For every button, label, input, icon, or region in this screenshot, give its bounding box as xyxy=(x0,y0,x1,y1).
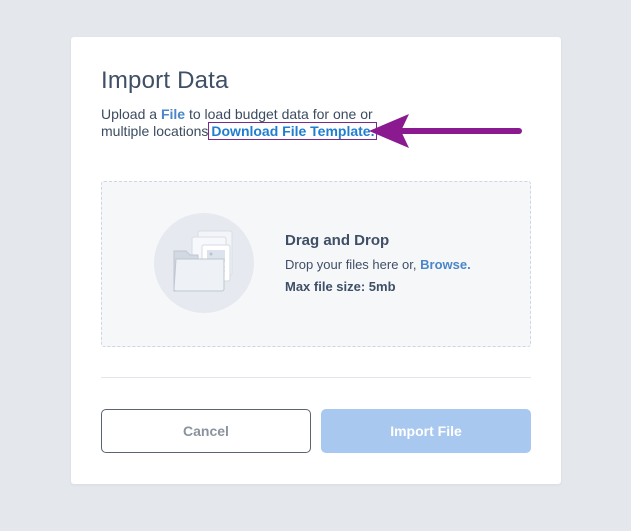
file-dropzone[interactable]: Drag and Drop Drop your files here or, B… xyxy=(101,181,531,347)
dropzone-instructions: Drop your files here or, Browse. xyxy=(285,257,471,272)
modal-title: Import Data xyxy=(101,67,229,94)
download-template-link[interactable]: Download File Template. xyxy=(208,122,378,140)
folder-files-icon xyxy=(154,213,254,313)
file-link[interactable]: File xyxy=(161,106,185,122)
import-file-button[interactable]: Import File xyxy=(321,409,531,453)
max-file-size: Max file size: 5mb xyxy=(285,279,396,294)
import-data-modal: Import Data Upload a File to load budget… xyxy=(71,37,561,484)
divider xyxy=(101,377,531,378)
cancel-button[interactable]: Cancel xyxy=(101,409,311,453)
annotation-arrow-icon xyxy=(369,114,522,148)
browse-link[interactable]: Browse. xyxy=(420,257,471,272)
dropzone-instructions-prefix: Drop your files here or, xyxy=(285,257,421,272)
modal-description: Upload a File to load budget data for on… xyxy=(101,106,401,140)
description-prefix: Upload a xyxy=(101,106,161,122)
dropzone-text: Drag and Drop Drop your files here or, B… xyxy=(285,232,471,294)
dropzone-title: Drag and Drop xyxy=(285,232,390,249)
